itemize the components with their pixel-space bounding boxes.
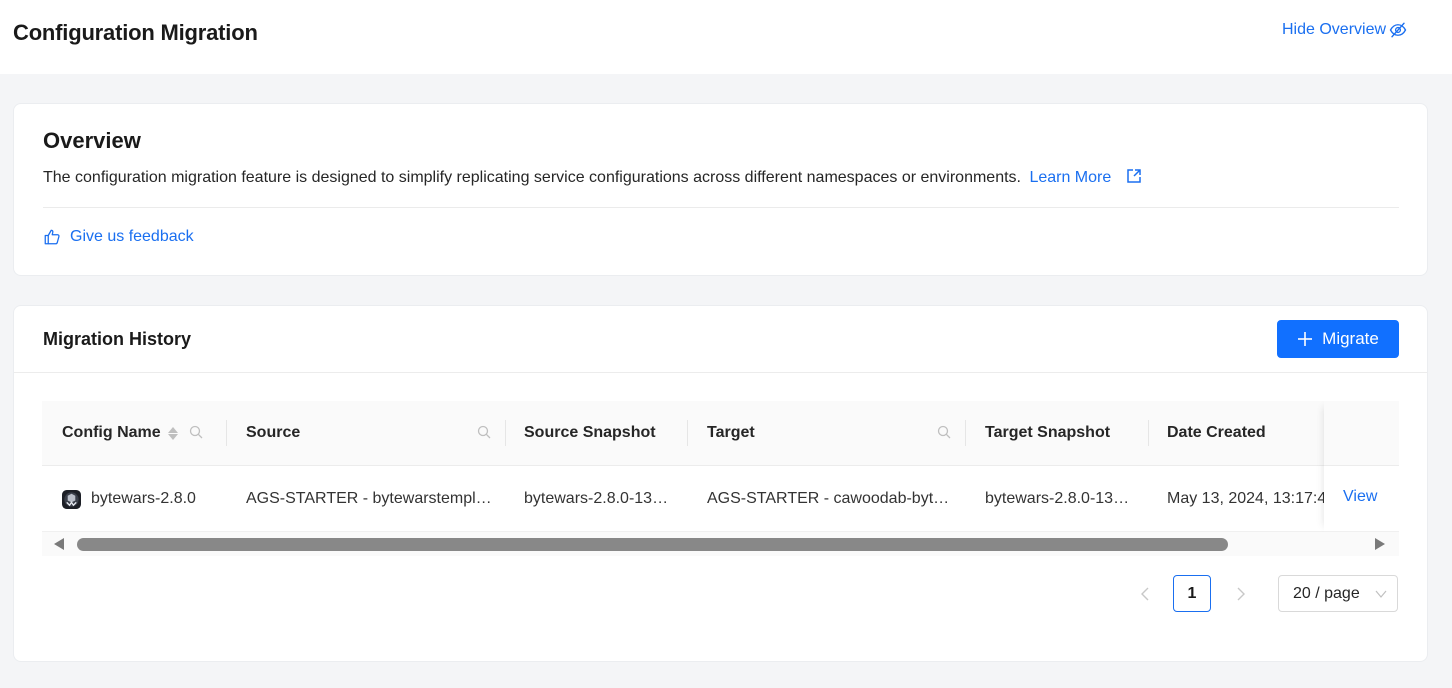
overview-title: Overview [43, 128, 141, 153]
next-page-icon[interactable] [1234, 585, 1248, 603]
view-link[interactable]: View [1343, 488, 1377, 506]
config-name-text: bytewars-2.8.0 [91, 490, 196, 507]
sort-icon[interactable] [167, 426, 178, 440]
top-bar: Configuration Migration Hide Overview [0, 0, 1452, 74]
migration-history-card: Migration History Migrate Config Name So… [13, 305, 1428, 662]
column-separator [965, 420, 966, 446]
column-label: Date Created [1167, 424, 1266, 441]
bytewars-app-icon [62, 489, 81, 509]
history-divider [14, 372, 1427, 373]
table-row: bytewars-2.8.0 AGS-STARTER - bytewarstem… [42, 466, 1399, 532]
migration-history-title: Migration History [43, 329, 192, 349]
column-header-config-name[interactable]: Config Name [62, 401, 178, 465]
cell-target: AGS-STARTER - cawoodab-byt… [707, 490, 950, 507]
column-label: Target Snapshot [985, 424, 1111, 441]
scrollbar-thumb[interactable] [77, 538, 1228, 551]
thumbs-up-icon [44, 229, 60, 245]
action-cell: View [1324, 466, 1399, 532]
scroll-right-arrow-icon[interactable] [1375, 538, 1385, 550]
overview-card: Overview The configuration migration fea… [13, 103, 1428, 276]
column-label: Config Name [62, 424, 161, 441]
action-column: View [1324, 401, 1399, 532]
overview-description-text: The configuration migration feature is d… [43, 169, 1021, 186]
table-header: Config Name Source Source Snapshot Targe… [42, 401, 1399, 466]
horizontal-scrollbar[interactable] [42, 532, 1399, 556]
migrate-label: Migrate [1322, 329, 1379, 348]
chevron-down-icon [1375, 590, 1387, 598]
previous-page-icon[interactable] [1138, 585, 1152, 603]
column-label: Target [707, 424, 755, 441]
cell-source: AGS-STARTER - bytewarstempl… [246, 490, 492, 507]
cell-config-name: bytewars-2.8.0 [62, 466, 226, 532]
eye-slash-icon [1389, 22, 1407, 38]
search-icon[interactable] [937, 425, 951, 439]
feedback-label: Give us feedback [70, 228, 194, 245]
column-header-target: Target [707, 401, 755, 465]
learn-more-link[interactable]: Learn More [1029, 169, 1111, 186]
external-link-icon[interactable] [1126, 168, 1142, 184]
column-label: Source Snapshot [524, 424, 656, 441]
cell-source-snapshot: bytewars-2.8.0-13… [524, 490, 669, 507]
migration-history-table: Config Name Source Source Snapshot Targe… [42, 401, 1399, 556]
page-size-label: 20 / page [1293, 584, 1360, 602]
migrate-button[interactable]: Migrate [1277, 320, 1399, 358]
column-header-source: Source [246, 401, 300, 465]
column-separator [1148, 420, 1149, 446]
column-header-target-snapshot: Target Snapshot [985, 401, 1110, 465]
scroll-left-arrow-icon[interactable] [54, 538, 64, 550]
column-label: Source [246, 424, 301, 441]
cell-date-created: May 13, 2024, 13:17:4 [1167, 490, 1324, 507]
hide-overview-link[interactable]: Hide Overview [1282, 21, 1407, 39]
overview-description: The configuration migration feature is d… [43, 168, 1142, 187]
page-size-select[interactable]: 20 / page [1278, 575, 1398, 612]
column-separator [687, 420, 688, 446]
cell-target-snapshot: bytewars-2.8.0-13… [985, 490, 1130, 507]
search-icon[interactable] [477, 425, 491, 439]
pagination: 1 20 / page [14, 575, 1427, 613]
give-feedback-link[interactable]: Give us feedback [43, 228, 194, 246]
column-separator [505, 420, 506, 446]
column-header-source-snapshot: Source Snapshot [524, 401, 656, 465]
column-header-date-created: Date Created [1167, 401, 1266, 465]
hide-overview-label: Hide Overview [1282, 21, 1387, 38]
search-icon[interactable] [189, 425, 203, 439]
page-1-button[interactable]: 1 [1173, 575, 1211, 612]
action-column-header [1324, 401, 1399, 466]
overview-divider [43, 207, 1399, 208]
page-title: Configuration Migration [13, 20, 258, 45]
plus-icon [1298, 332, 1313, 346]
column-separator [226, 420, 227, 446]
